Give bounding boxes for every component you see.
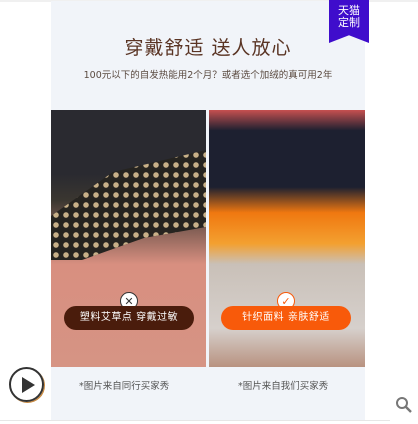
search-icon[interactable] <box>395 396 413 414</box>
own-product-label: 针织面料 亲肤舒适 <box>221 306 351 330</box>
page-title: 穿戴舒适 送人放心 <box>124 37 292 59</box>
bottom-divider <box>0 420 390 421</box>
play-icon[interactable] <box>9 367 44 402</box>
competitor-label: 塑料艾草点 穿戴过敏 <box>64 306 194 330</box>
badge-line2: 定制 <box>338 16 360 29</box>
left-caption: *图片来自同行买家秀 <box>79 381 170 392</box>
subtitle: 100元以下的自发热能用2个月？或者选个加绒的真可用2年 <box>83 70 333 81</box>
right-caption: *图片来自我们买家秀 <box>238 381 329 392</box>
knee-pad-dots <box>51 150 206 260</box>
product-detail-image: 穿戴舒适 送人放心 100元以下的自发热能用2个月？或者选个加绒的真可用2年 ✕… <box>51 1 365 420</box>
